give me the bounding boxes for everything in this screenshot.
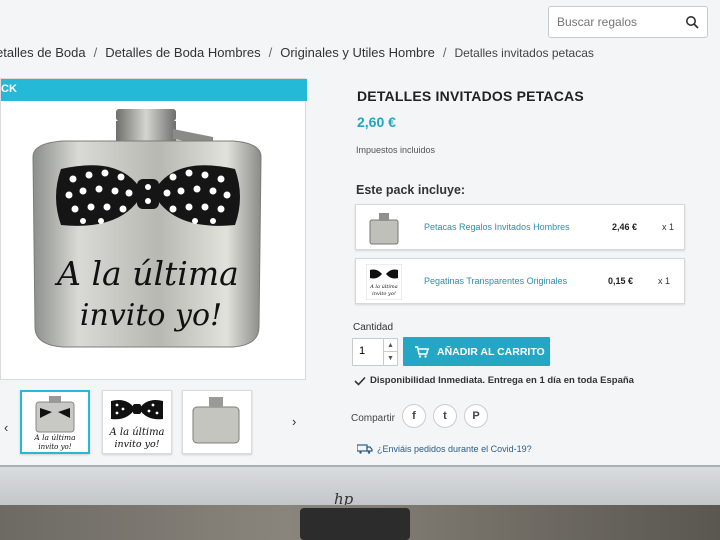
thumb-plain-flask-image xyxy=(192,397,240,444)
svg-text:invito yo!: invito yo! xyxy=(372,291,396,297)
availability-note: Disponibilidad Inmediata. Entrega en 1 d… xyxy=(354,375,634,386)
search-icon[interactable] xyxy=(685,15,699,29)
breadcrumb-item[interactable]: etalles de Boda xyxy=(0,45,86,60)
covid-link[interactable]: ¿Enviáis pedidos durante el Covid-19? xyxy=(357,444,532,454)
product-title: DETALLES INVITADOS PETACAS xyxy=(357,88,584,104)
browser-screen: etalles de Boda / Detalles de Boda Hombr… xyxy=(0,0,720,470)
pack-band-label: CK xyxy=(1,83,17,95)
tax-note: Impuestos incluidos xyxy=(356,145,436,155)
thumb-sticker-image: A la última invito yo! xyxy=(108,400,165,450)
covid-link-text[interactable]: ¿Enviáis pedidos durante el Covid-19? xyxy=(377,444,532,454)
breadcrumb-item[interactable]: Originales y Utiles Hombre xyxy=(280,45,435,60)
product-price: 2,60 € xyxy=(357,114,396,130)
thumbnail-3[interactable] xyxy=(182,390,252,454)
truck-icon xyxy=(357,444,373,454)
facebook-icon[interactable]: f xyxy=(402,404,426,428)
pack-item-qty: x 1 xyxy=(662,222,675,232)
svg-text:A la última: A la última xyxy=(369,283,398,290)
breadcrumb-current: Detalles invitados petacas xyxy=(454,46,594,60)
breadcrumb-separator: / xyxy=(268,45,273,60)
svg-text:invito yo!: invito yo! xyxy=(38,443,71,451)
flask-image: A la última invito yo! xyxy=(32,109,262,348)
quantity-input[interactable] xyxy=(359,345,379,357)
pack-item-price: 2,46 € xyxy=(612,222,638,232)
check-icon xyxy=(354,376,366,386)
svg-text:invito yo!: invito yo! xyxy=(114,439,159,450)
product-image-panel[interactable]: CK A la última invito yo! xyxy=(0,78,307,380)
pack-item-price: 0,15 € xyxy=(608,276,634,286)
svg-text:A la última: A la última xyxy=(108,427,164,438)
quantity-label: Cantidad xyxy=(353,322,394,333)
svg-text:A la última: A la última xyxy=(54,254,239,293)
cart-icon xyxy=(415,345,429,358)
chevron-down-icon[interactable]: ▼ xyxy=(383,352,397,365)
thumb-flask-image: A la última invito yo! xyxy=(33,396,76,451)
monitor-stand xyxy=(300,508,410,540)
pack-item-qty: x 1 xyxy=(658,276,671,286)
pack-label-band: CK xyxy=(1,79,307,101)
share-label: Compartir xyxy=(351,413,395,424)
breadcrumb-separator: / xyxy=(93,45,98,60)
twitter-icon[interactable]: t xyxy=(433,404,457,428)
thumbnail-1[interactable]: A la última invito yo! xyxy=(20,390,90,454)
chevron-up-icon[interactable]: ▲ xyxy=(383,339,397,352)
thumbnail-2[interactable]: A la última invito yo! xyxy=(102,390,172,454)
breadcrumb: etalles de Boda / Detalles de Boda Hombr… xyxy=(0,45,594,60)
breadcrumb-separator: / xyxy=(442,45,447,60)
monitor-bezel xyxy=(0,465,720,505)
search-input[interactable] xyxy=(557,15,677,29)
pinterest-icon[interactable]: P xyxy=(464,404,488,428)
thumbnail-strip: A la última invito yo! A la última invit… xyxy=(0,390,310,462)
pack-item-sticker-image: A la última invito yo! xyxy=(366,264,402,300)
pack-item[interactable]: A la última invito yo! Pegatinas Transpa… xyxy=(355,258,685,304)
quantity-stepper[interactable]: ▲ ▼ xyxy=(352,338,398,366)
svg-text:invito yo!: invito yo! xyxy=(80,298,222,333)
pack-item-flask-image xyxy=(369,213,399,245)
chevron-right-icon[interactable]: › xyxy=(292,414,296,429)
add-to-cart-label: AÑADIR AL CARRITO xyxy=(437,345,545,358)
pack-item-name[interactable]: Pegatinas Transparentes Originales xyxy=(424,276,567,286)
pack-item[interactable]: Petacas Regalos Invitados Hombres 2,46 €… xyxy=(355,204,685,250)
availability-text: Disponibilidad Inmediata. Entrega en 1 d… xyxy=(370,375,634,386)
add-to-cart-button[interactable]: AÑADIR AL CARRITO xyxy=(403,337,550,366)
svg-text:A la última: A la última xyxy=(33,433,75,442)
pack-heading: Este pack incluye: xyxy=(356,183,466,197)
breadcrumb-item[interactable]: Detalles de Boda Hombres xyxy=(105,45,260,60)
search-box[interactable] xyxy=(548,6,708,38)
pack-item-name[interactable]: Petacas Regalos Invitados Hombres xyxy=(424,222,570,232)
